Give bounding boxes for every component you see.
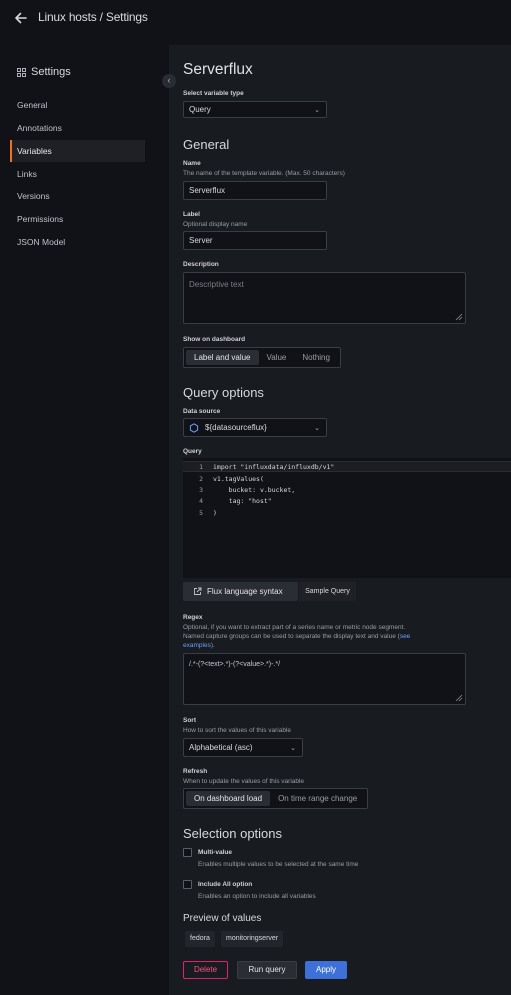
name-description: The name of the template variable. (Max.… — [183, 170, 345, 177]
sidebar-item-general[interactable]: General — [10, 94, 145, 116]
variable-type-label: Select variable type — [183, 90, 244, 97]
sort-value: Alphabetical (asc) — [189, 743, 253, 752]
regex-description-3: examples). — [183, 642, 215, 649]
multi-value-checkbox[interactable] — [183, 848, 192, 857]
line-number: 3 — [199, 486, 203, 494]
include-all-description: Enables an option to include all variabl… — [198, 893, 316, 900]
variable-type-value: Query — [189, 105, 211, 114]
flux-syntax-label: Flux language syntax — [207, 587, 283, 596]
preview-value-chip: monitoringserver — [221, 931, 284, 947]
examples-link[interactable]: examples — [183, 642, 211, 649]
label-label: Label — [183, 211, 200, 218]
chevron-down-icon: ⌄ — [314, 106, 320, 114]
regex-description-1: Optional, if you want to extract part of… — [183, 624, 406, 631]
run-query-button[interactable]: Run query — [237, 961, 297, 979]
option-nothing[interactable]: Nothing — [294, 350, 338, 365]
line-number: 2 — [199, 475, 203, 483]
see-link[interactable]: see — [400, 633, 410, 640]
arrow-left-icon[interactable] — [14, 11, 28, 25]
option-value[interactable]: Value — [259, 350, 295, 365]
sidebar-item-annotations[interactable]: Annotations — [10, 117, 145, 139]
code-line: v1.tagValues( — [213, 475, 264, 483]
general-heading: General — [183, 137, 230, 152]
sidebar-item-variables[interactable]: Variables — [10, 140, 145, 162]
show-on-dashboard-radio: Label and value Value Nothing — [183, 347, 341, 368]
regex-value: /.*-(?<text>.*)-(?<value>.*)-.*/ — [189, 661, 281, 668]
description-textarea[interactable]: Descriptive text — [183, 272, 466, 324]
code-line: tag: "host" — [213, 497, 272, 505]
apply-button[interactable]: Apply — [305, 961, 347, 979]
line-number: 5 — [199, 509, 203, 517]
description-label: Description — [183, 261, 219, 268]
page-title: Serverflux — [183, 61, 253, 78]
variable-editor-panel: Serverflux Select variable type Query ⌄ … — [169, 45, 511, 995]
multi-value-description: Enables multiple values to be selected a… — [198, 861, 359, 868]
regex-description-2: Named capture groups can be used to sepa… — [183, 633, 511, 640]
regex-desc-text: Named capture groups can be used to sepa… — [183, 633, 400, 640]
line-number: 4 — [199, 497, 203, 505]
sort-description: How to sort the values of this variable — [183, 727, 292, 734]
code-line: import "influxdata/influxdb/v1" — [213, 463, 335, 471]
code-line: bucket: v.bucket, — [213, 486, 296, 494]
regex-label: Regex — [183, 614, 203, 621]
name-input[interactable]: Serverflux — [183, 181, 327, 200]
settings-grid-icon — [17, 67, 26, 77]
line-number: 1 — [199, 463, 203, 471]
resize-handle-icon[interactable] — [454, 312, 463, 321]
delete-button[interactable]: Delete — [183, 961, 228, 979]
sort-select[interactable]: Alphabetical (asc) ⌄ — [183, 738, 303, 757]
top-bar: Linux hosts / Settings — [0, 0, 511, 36]
sidebar-item-links[interactable]: Links — [10, 163, 145, 185]
description-placeholder: Descriptive text — [189, 280, 244, 289]
include-all-label: Include All option — [198, 881, 253, 888]
preview-heading: Preview of values — [183, 913, 262, 924]
preview-value-chip: fedora — [185, 931, 215, 947]
multi-value-label: Multi-value — [198, 849, 232, 856]
include-all-checkbox[interactable] — [183, 880, 192, 889]
chevron-down-icon: ⌄ — [314, 424, 320, 432]
collapse-sidebar-button[interactable]: ‹ — [162, 74, 176, 88]
sidebar-item-versions[interactable]: Versions — [10, 185, 145, 207]
sidebar-title: Settings — [31, 66, 71, 78]
option-on-dashboard-load[interactable]: On dashboard load — [186, 791, 271, 806]
data-source-select[interactable]: ${datasourceflux} ⌄ — [183, 418, 327, 437]
variable-type-select[interactable]: Query ⌄ — [183, 101, 327, 118]
refresh-radio: On dashboard load On time range change — [183, 788, 369, 809]
datasource-icon — [189, 422, 199, 433]
regex-desc-end: ). — [210, 642, 215, 649]
settings-sidebar: Settings General Annotations Variables L… — [0, 46, 168, 995]
sidebar-item-json-model[interactable]: JSON Model — [10, 231, 145, 253]
breadcrumb-title: Linux hosts / Settings — [38, 10, 148, 24]
query-editor[interactable]: 1 import "influxdata/influxdb/v1" 2 v1.t… — [183, 458, 511, 578]
label-description: Optional display name — [183, 221, 248, 228]
sort-label: Sort — [183, 717, 196, 724]
option-label-and-value[interactable]: Label and value — [186, 350, 259, 365]
show-on-dashboard-label: Show on dashboard — [183, 336, 246, 343]
sidebar-item-permissions[interactable]: Permissions — [10, 208, 145, 230]
sidebar-header: Settings — [17, 66, 71, 78]
regex-textarea[interactable]: /.*-(?<text>.*)-(?<value>.*)-.*/ — [183, 653, 466, 705]
resize-handle-icon[interactable] — [454, 693, 463, 702]
selection-options-heading: Selection options — [183, 826, 283, 841]
refresh-label: Refresh — [183, 768, 208, 775]
data-source-label: Data source — [183, 408, 221, 415]
code-line: ) — [213, 509, 217, 517]
query-label: Query — [183, 448, 202, 455]
refresh-description: When to update the values of this variab… — [183, 778, 305, 785]
query-options-heading: Query options — [183, 385, 264, 400]
option-on-time-range-change[interactable]: On time range change — [270, 791, 365, 806]
data-source-value: ${datasourceflux} — [205, 423, 267, 432]
chevron-down-icon: ⌄ — [290, 744, 296, 752]
flux-syntax-button[interactable]: Flux language syntax — [183, 582, 298, 601]
external-link-icon — [194, 587, 202, 595]
sample-query-button[interactable]: Sample Query — [299, 582, 356, 601]
label-input[interactable]: Server — [183, 231, 327, 250]
name-label: Name — [183, 160, 201, 167]
